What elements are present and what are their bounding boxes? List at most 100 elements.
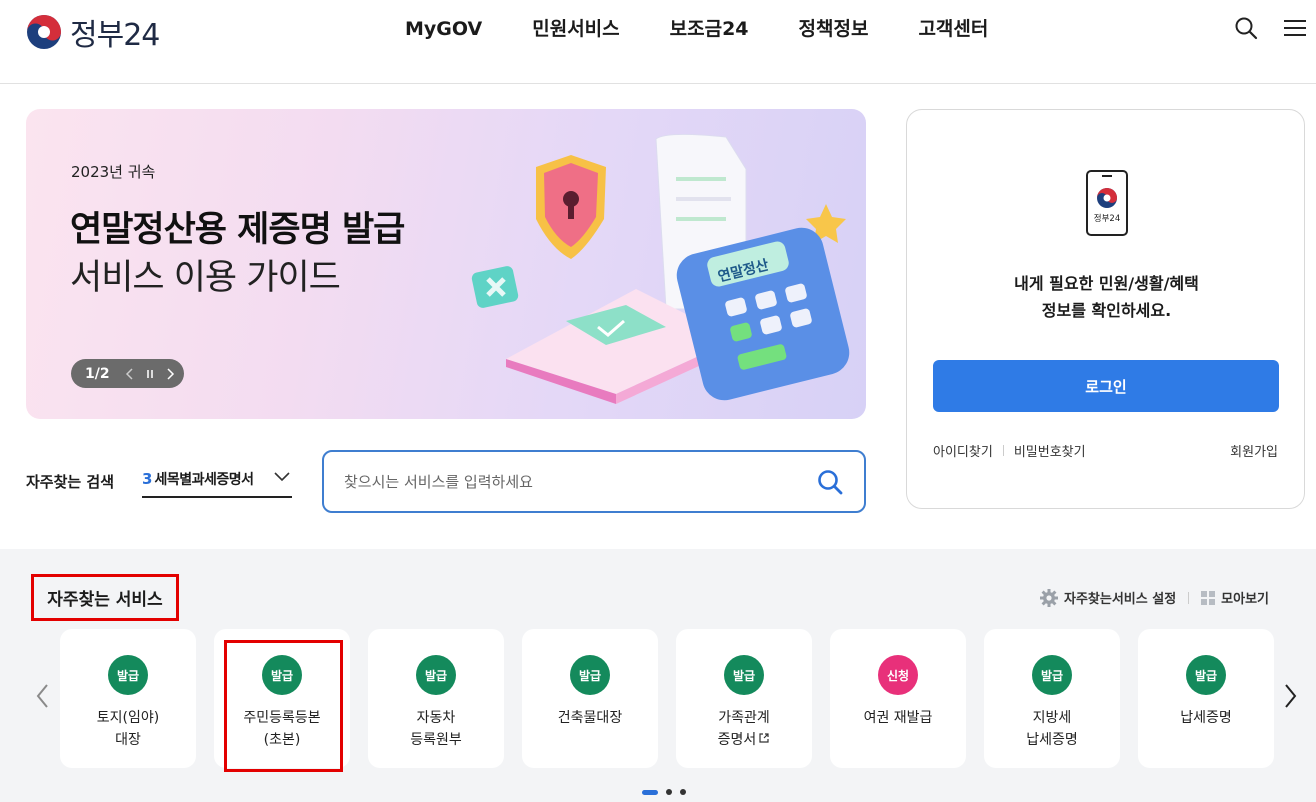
service-label-line2: 등록원부	[368, 729, 504, 751]
logo-text: 정부24	[70, 18, 160, 53]
nav-policy[interactable]: 정책정보	[774, 14, 894, 44]
site-header: 정부24 MyGOV 민원서비스 보조금24 정책정보 고객센터	[0, 0, 1316, 84]
login-message: 내게 필요한 민원/생활/혜택 정보를 확인하세요.	[907, 270, 1306, 324]
service-badge: 발급	[1186, 655, 1226, 695]
join-link[interactable]: 회원가입	[1230, 441, 1278, 460]
service-badge: 발급	[262, 655, 302, 695]
service-card[interactable]: 발급자동차등록원부	[368, 629, 504, 768]
carousel-dot-1[interactable]	[642, 789, 658, 795]
service-search-box	[322, 450, 866, 513]
banner-title: 연말정산용 제증명 발급	[70, 210, 405, 250]
service-label: 토지(임야) 대장	[60, 707, 196, 751]
service-label: 여권 재발급	[830, 707, 966, 729]
service-card[interactable]: 발급가족관계증명서	[676, 629, 812, 768]
login-panel: 정부24 내게 필요한 민원/생활/혜택 정보를 확인하세요. 로그인 아이디찾…	[906, 109, 1305, 509]
service-card-list: 발급 토지(임야) 대장 발급 주민등록등본 (초본) 발급 자동차 등록원부 발급 건축물대장 발급…	[60, 629, 1274, 768]
service-card[interactable]: 신청여권 재발급	[830, 629, 966, 768]
service-label-line2-text: 등록원부	[410, 732, 462, 748]
service-label-line1: 가족관계	[718, 710, 770, 726]
frequent-search-label: 자주찾는 검색	[26, 473, 115, 491]
section-title: 자주찾는 서비스	[47, 590, 163, 610]
service-card[interactable]: 발급지방세납세증명	[984, 629, 1120, 768]
section-title-highlight: 자주찾는 서비스	[31, 574, 179, 621]
banner-illustration: 연말정산	[471, 133, 850, 404]
chevron-down-icon	[274, 472, 290, 482]
service-label: 건축물대장	[522, 707, 658, 729]
service-label-line2: 대장	[60, 729, 196, 751]
main-nav: MyGOV 민원서비스 보조금24 정책정보 고객센터	[380, 14, 1013, 44]
chevron-right-icon[interactable]	[1279, 681, 1301, 711]
service-badge: 신청	[878, 655, 918, 695]
nav-customer-center[interactable]: 고객센터	[893, 14, 1013, 44]
banner-pager: 1/2	[71, 359, 184, 388]
view-all-button[interactable]: 모아보기	[1201, 588, 1269, 607]
main-banner[interactable]: 2023년 귀속 연말정산용 제증명 발급 서비스 이용 가이드 연말정산 1/…	[26, 109, 866, 419]
service-search-input[interactable]	[344, 470, 784, 494]
service-label: 가족관계증명서	[676, 707, 812, 751]
service-label-line1: 건축물대장	[557, 710, 623, 726]
service-label: 지방세납세증명	[984, 707, 1120, 751]
service-label-line2-text: (초본)	[263, 732, 301, 748]
view-all-label: 모아보기	[1221, 592, 1270, 607]
nav-civil-service[interactable]: 민원서비스	[507, 14, 644, 44]
service-label: 납세증명	[1138, 707, 1274, 729]
nav-subsidy[interactable]: 보조금24	[645, 14, 774, 44]
service-label-line2-text: 증명서	[717, 732, 757, 748]
login-message-line2: 정보를 확인하세요.	[1041, 301, 1172, 320]
service-label-line1: 주민등록등본	[243, 710, 321, 726]
keyword-rank: 3	[142, 470, 153, 488]
service-label-line2: 증명서	[676, 729, 812, 751]
service-label-line1: 납세증명	[1180, 710, 1232, 726]
chevron-left-icon[interactable]	[32, 681, 54, 711]
banner-title-secondary: 서비스 이용 가이드	[70, 258, 341, 298]
service-label-line2-text: 대장	[115, 732, 141, 748]
service-label-line2-text: 납세증명	[1026, 732, 1078, 748]
hamburger-menu-icon[interactable]	[1282, 15, 1308, 41]
taegeuk-logo-icon	[27, 15, 61, 49]
service-card[interactable]: 발급주민등록등본 (초본)	[214, 629, 350, 768]
service-label-line1: 자동차	[416, 710, 456, 726]
login-message-line1: 내게 필요한 민원/생활/혜택	[1014, 274, 1199, 293]
pause-icon[interactable]	[140, 364, 160, 384]
service-label-line1: 지방세	[1032, 710, 1072, 726]
nav-mygov[interactable]: MyGOV	[380, 14, 507, 44]
banner-subtitle: 2023년 귀속	[71, 163, 156, 181]
mobile-id-label: 정부24	[1094, 213, 1120, 224]
carousel-dot-3[interactable]	[680, 789, 686, 795]
carousel-dot-2[interactable]	[666, 789, 672, 795]
search-submit-icon[interactable]	[816, 468, 844, 496]
service-card[interactable]: 발급건축물대장	[522, 629, 658, 768]
prev-slide-icon[interactable]	[120, 364, 140, 384]
mobile-id-icon: 정부24	[1086, 170, 1128, 236]
service-label-line2: 납세증명	[984, 729, 1120, 751]
service-badge: 발급	[724, 655, 764, 695]
service-settings-button[interactable]: 자주찾는서비스 설정	[1040, 588, 1176, 607]
grid-icon	[1201, 590, 1216, 605]
frequent-services-section: 자주찾는 서비스 자주찾는서비스 설정 모아보기 발급토지(임야) 대장 발급주민등…	[0, 549, 1316, 802]
service-card[interactable]: 발급토지(임야) 대장	[60, 629, 196, 768]
gear-icon	[1040, 588, 1058, 607]
service-badge: 발급	[108, 655, 148, 695]
next-slide-icon[interactable]	[160, 364, 180, 384]
logo[interactable]: 정부24	[26, 10, 160, 54]
divider	[1188, 591, 1190, 604]
service-tools: 자주찾는서비스 설정 모아보기	[1040, 588, 1269, 607]
service-settings-label: 자주찾는서비스 설정	[1064, 592, 1177, 607]
service-badge: 발급	[416, 655, 456, 695]
banner-page-count: 1/2	[85, 365, 110, 382]
service-badge: 발급	[570, 655, 610, 695]
search-icon[interactable]	[1233, 15, 1259, 41]
frequent-keyword-select[interactable]: 3 세목별과세증명서	[142, 462, 292, 498]
find-password-link[interactable]: 비밀번호찾기	[1014, 441, 1086, 460]
service-label-line1: 여권 재발급	[863, 710, 933, 726]
external-link-icon	[759, 733, 769, 743]
keyword-text: 세목별과세증명서	[154, 472, 254, 488]
divider	[1002, 445, 1004, 456]
service-badge: 발급	[1032, 655, 1072, 695]
service-label-line1: 토지(임야)	[96, 710, 160, 726]
find-id-link[interactable]: 아이디찾기	[933, 441, 993, 460]
account-links: 아이디찾기 비밀번호찾기	[933, 441, 1086, 460]
service-card[interactable]: 발급납세증명	[1138, 629, 1274, 768]
login-button[interactable]: 로그인	[933, 360, 1279, 412]
service-label-line2: (초본)	[214, 729, 350, 751]
